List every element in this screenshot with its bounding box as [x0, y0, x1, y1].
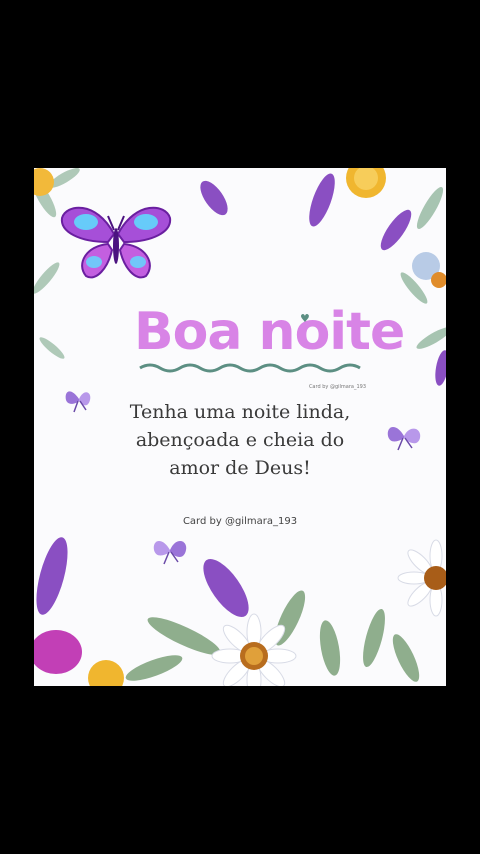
- greeting-title: Boa noite: [134, 302, 405, 362]
- greeting-card: Boa noite ♥ Card by @gilmara_193 Tenha u…: [34, 168, 446, 686]
- wave-underline-decoration: [139, 363, 361, 373]
- butterfly-icon: [60, 206, 172, 279]
- small-credit-text: Card by @gilmara_193: [308, 384, 366, 390]
- message-line: Tenha uma noite linda,: [129, 401, 351, 423]
- small-butterfly-icon: [153, 540, 187, 565]
- message-line: abençoada e cheia do: [135, 429, 345, 451]
- credit-text: Card by @gilmara_193: [182, 516, 298, 527]
- greeting-message: Tenha uma noite linda, abençoada e cheia…: [34, 398, 446, 482]
- message-line: amor de Deus!: [169, 457, 311, 479]
- heart-icon: ♥: [300, 312, 310, 325]
